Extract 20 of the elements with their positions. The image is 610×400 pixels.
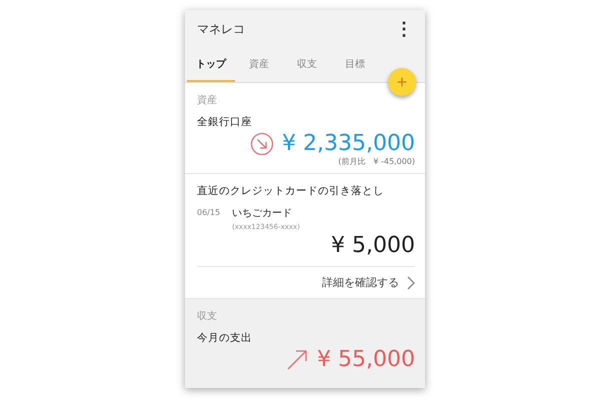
tab[interactable]: トップ — [187, 48, 235, 82]
account-label: 全銀行口座 — [197, 115, 253, 129]
section-heading: 資産 — [197, 94, 218, 107]
date-text: 06/15 — [197, 207, 220, 219]
app-title: マネレコ — [197, 20, 245, 38]
total-amount: ¥ 2,335,000 — [282, 131, 415, 156]
comparison-text: (前月比 ¥ -45,000) — [337, 156, 415, 167]
card-name: いちごカード — [232, 207, 294, 220]
tab[interactable]: 目標 — [331, 48, 379, 82]
details-link[interactable]: 詳細を確認する — [322, 275, 415, 290]
tab[interactable]: 収支 — [283, 48, 331, 82]
tab[interactable]: 資産 — [235, 48, 283, 82]
section-title: 直近のクレジットカードの引き落とし — [197, 184, 385, 198]
expense-amount: ¥ 55,000 — [317, 347, 415, 372]
section-heading: 収支 — [197, 310, 218, 323]
payment-amount: ¥ 5,000 — [331, 233, 415, 258]
expense-label: 今月の支出 — [197, 331, 253, 345]
add-button[interactable]: + — [388, 68, 416, 96]
chevron-right-icon — [407, 276, 415, 290]
menu-button[interactable]: ⋮ — [393, 18, 415, 40]
